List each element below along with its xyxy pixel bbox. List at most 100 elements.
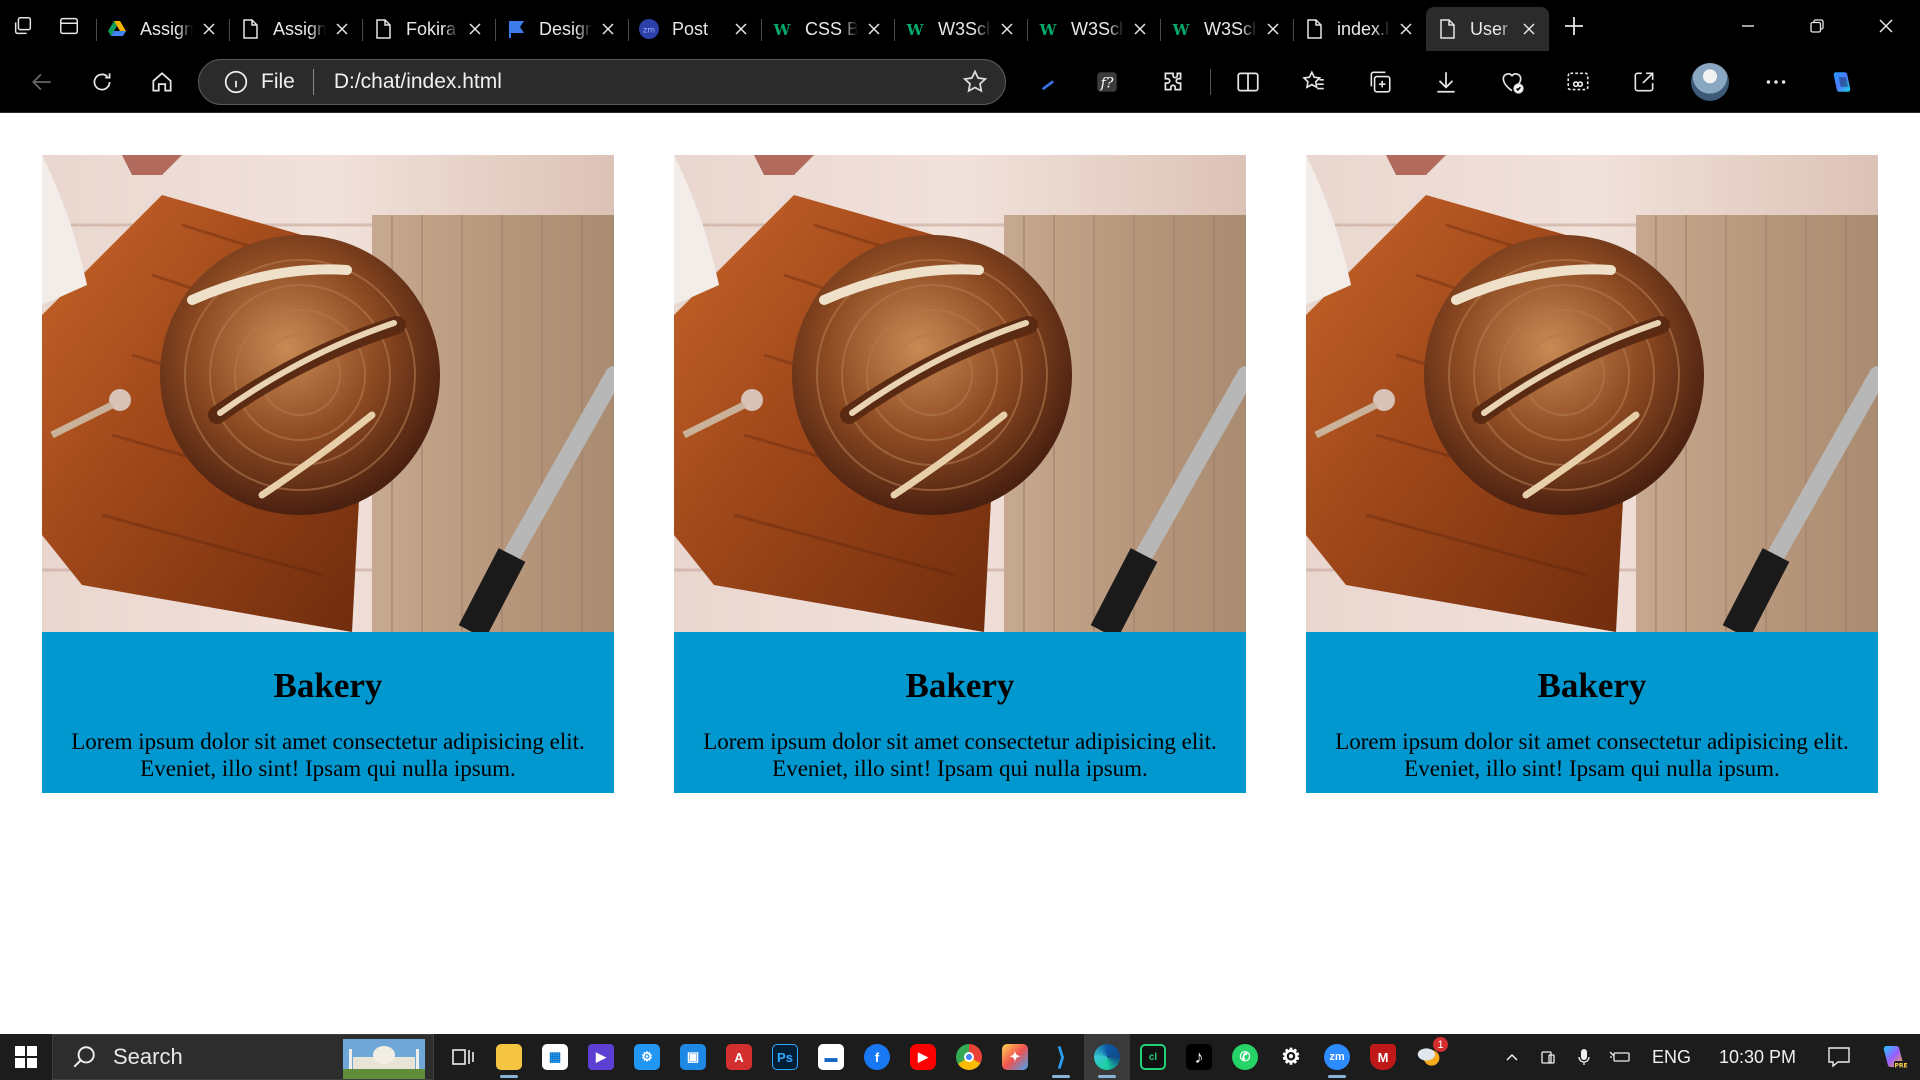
page-viewport: Bakery Lorem ipsum dolor sit amet consect… xyxy=(0,114,1920,1034)
file-explorer-icon[interactable] xyxy=(486,1034,532,1080)
favorites-icon[interactable] xyxy=(1281,58,1347,106)
microsoft-store-icon[interactable]: ▦ xyxy=(532,1034,578,1080)
start-button[interactable] xyxy=(0,1034,52,1080)
favorite-star-icon[interactable] xyxy=(961,68,989,96)
app-icon-blue-window[interactable]: ▣ xyxy=(670,1034,716,1080)
tab[interactable]: Design xyxy=(495,7,628,51)
chevron-up-icon[interactable] xyxy=(1494,1034,1530,1080)
minimize-button[interactable] xyxy=(1713,0,1782,51)
app-icon-window[interactable]: ▬ xyxy=(808,1034,854,1080)
language-indicator[interactable]: ENG xyxy=(1638,1047,1705,1068)
page-icon xyxy=(1303,18,1325,40)
new-tab-button[interactable] xyxy=(1549,0,1599,51)
copilot-preview-icon[interactable]: PRE xyxy=(1868,1034,1920,1080)
vscode-icon[interactable]: ⟩ xyxy=(1038,1034,1084,1080)
tab[interactable]: Assignment xyxy=(96,7,229,51)
bread-photo xyxy=(674,155,1246,632)
collections-icon[interactable] xyxy=(1347,58,1413,106)
downloads-icon[interactable] xyxy=(1413,58,1479,106)
tab[interactable]: W W3Schools xyxy=(1160,7,1293,51)
settings-more-icon[interactable] xyxy=(1743,58,1809,106)
home-button[interactable] xyxy=(132,58,192,106)
tab[interactable]: zm Post xyxy=(628,7,761,51)
card-caption: Bakery Lorem ipsum dolor sit amet consect… xyxy=(1306,632,1878,793)
youtube-icon[interactable]: ▶ xyxy=(900,1034,946,1080)
page-icon xyxy=(372,18,394,40)
whatsapp-icon[interactable]: ✆ xyxy=(1222,1034,1268,1080)
back-button[interactable] xyxy=(12,58,72,106)
close-icon[interactable] xyxy=(1263,19,1283,39)
power-automate-icon[interactable]: ▶ xyxy=(578,1034,624,1080)
weather-icon[interactable]: 1 xyxy=(1406,1034,1452,1080)
close-icon[interactable] xyxy=(864,19,884,39)
close-icon[interactable] xyxy=(332,19,352,39)
settings-icon[interactable]: ⚙ xyxy=(1268,1034,1314,1080)
tab-active[interactable]: User xyxy=(1426,7,1549,51)
workspaces-icon[interactable] xyxy=(0,0,46,51)
close-icon[interactable] xyxy=(199,19,219,39)
zoom-icon: zm xyxy=(638,18,660,40)
zoom-icon[interactable]: zm xyxy=(1314,1034,1360,1080)
battery-icon[interactable] xyxy=(1602,1034,1638,1080)
tab[interactable]: W CSS Background xyxy=(761,7,894,51)
svg-text:f?: f? xyxy=(1100,75,1114,91)
font-finder-extension-icon[interactable]: f? xyxy=(1074,58,1140,106)
tab[interactable]: Fokira xyxy=(362,7,495,51)
acrobat-icon[interactable]: A xyxy=(716,1034,762,1080)
share-icon[interactable] xyxy=(1611,58,1677,106)
search-highlight-image xyxy=(343,1039,425,1079)
facebook-icon[interactable]: f xyxy=(854,1034,900,1080)
tiktok-icon[interactable]: ♪ xyxy=(1176,1034,1222,1080)
close-icon[interactable] xyxy=(1519,19,1539,39)
close-icon[interactable] xyxy=(598,19,618,39)
notifications-icon[interactable] xyxy=(1810,1034,1868,1080)
close-icon[interactable] xyxy=(465,19,485,39)
device-icon[interactable] xyxy=(1530,1034,1566,1080)
site-info-icon[interactable] xyxy=(223,69,249,95)
copilot-icon[interactable] xyxy=(1809,58,1875,106)
clock[interactable]: 10:30 PM xyxy=(1705,1047,1810,1068)
close-icon[interactable] xyxy=(997,19,1017,39)
microphone-icon[interactable] xyxy=(1566,1034,1602,1080)
taskbar-search[interactable]: Search xyxy=(52,1034,434,1080)
profile-avatar[interactable] xyxy=(1691,62,1729,101)
tab-title: W3Schools xyxy=(938,18,991,39)
refresh-button[interactable] xyxy=(72,58,132,106)
close-icon[interactable] xyxy=(1396,19,1416,39)
split-screen-icon[interactable] xyxy=(1215,58,1281,106)
tab[interactable]: index.html xyxy=(1293,7,1426,51)
chrome-icon[interactable] xyxy=(946,1034,992,1080)
tab[interactable]: Assignment xyxy=(229,7,362,51)
browser-essentials-icon[interactable] xyxy=(1479,58,1545,106)
tab-list: AssignmentAssignmentFokiraDesignzmPostWC… xyxy=(96,0,1549,51)
w3schools-icon: W xyxy=(1170,18,1192,40)
search-icon xyxy=(71,1044,97,1070)
close-window-button[interactable] xyxy=(1851,0,1920,51)
task-view-icon[interactable] xyxy=(440,1034,486,1080)
svg-text:W: W xyxy=(773,21,792,39)
photoshop-icon[interactable]: Ps xyxy=(762,1034,808,1080)
restore-button[interactable] xyxy=(1782,0,1851,51)
card-caption: Bakery Lorem ipsum dolor sit amet consect… xyxy=(42,632,614,793)
app-icon-blue-gear[interactable]: ⚙ xyxy=(624,1034,670,1080)
tab-title: W3Schools xyxy=(1071,18,1124,39)
edge-icon[interactable] xyxy=(1084,1034,1130,1080)
app-icon-colorful[interactable]: ✦ xyxy=(992,1034,1038,1080)
address-bar[interactable]: File D:/chat/index.html xyxy=(198,58,1006,105)
pen-extension-icon[interactable] xyxy=(1024,58,1074,106)
tab-actions-icon[interactable] xyxy=(46,0,92,51)
bakery-card: Bakery Lorem ipsum dolor sit amet consect… xyxy=(674,155,1246,793)
mcafee-icon[interactable]: M xyxy=(1360,1034,1406,1080)
tab[interactable]: W W3Schools xyxy=(894,7,1027,51)
terminal-app-icon[interactable]: cl xyxy=(1130,1034,1176,1080)
w3schools-icon: W xyxy=(771,18,793,40)
tab[interactable]: W W3Schools xyxy=(1027,7,1160,51)
url-text[interactable]: D:/chat/index.html xyxy=(334,70,961,94)
tab-title: Design xyxy=(539,18,592,39)
bread-photo xyxy=(42,155,614,632)
extensions-icon[interactable] xyxy=(1140,58,1206,106)
close-icon[interactable] xyxy=(731,19,751,39)
card-text: Lorem ipsum dolor sit amet consectetur a… xyxy=(703,729,1217,781)
screenshot-icon[interactable] xyxy=(1545,58,1611,106)
close-icon[interactable] xyxy=(1130,19,1150,39)
